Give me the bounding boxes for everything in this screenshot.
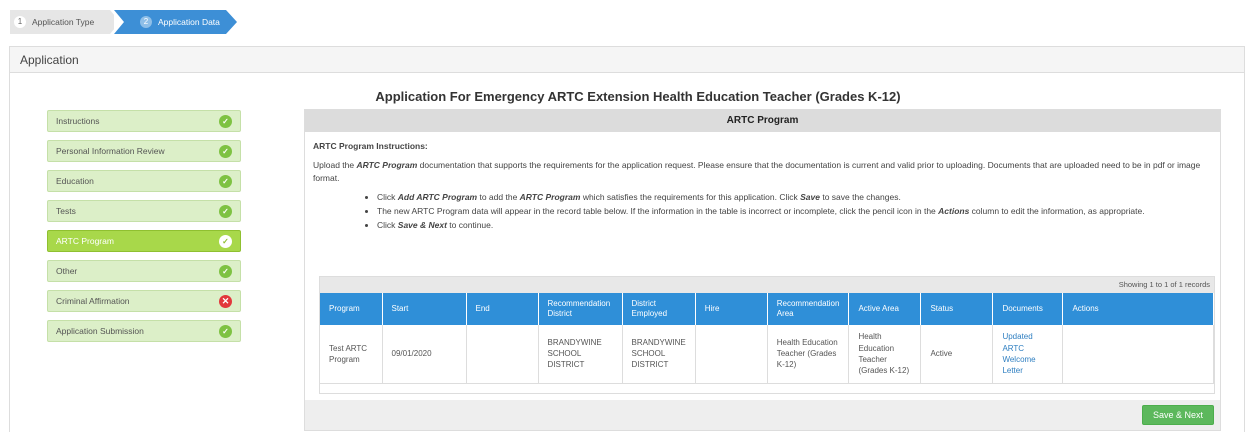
save-next-button[interactable]: Save & Next <box>1142 405 1214 425</box>
table-header-row: Program Start End Recommendation Distric… <box>320 293 1214 325</box>
sidebar-item-label: Instructions <box>56 116 100 126</box>
wizard-steps: 1 Application Type 2 Application Data <box>10 10 250 34</box>
column-header-end[interactable]: End <box>466 293 539 325</box>
instruction-emphasis: Add ARTC Program <box>397 191 478 202</box>
sidebar-item-label: Tests <box>56 206 76 216</box>
cell-actions <box>1062 325 1214 384</box>
error-circle-icon: ✕ <box>219 294 232 308</box>
check-circle-icon: ✓ <box>219 264 232 278</box>
column-header-actions: Actions <box>1062 293 1214 325</box>
sidebar-item-criminal-affirmation[interactable]: Criminal Affirmation ✕ <box>47 290 241 312</box>
instructions-intro: Upload the ARTC Program documentation th… <box>313 159 1212 185</box>
application-frame: Application Application For Emergency AR… <box>9 46 1245 432</box>
cell-district-employed: BRANDYWINE SCHOOL DISTRICT <box>622 325 696 384</box>
panel-title: ARTC Program <box>305 110 1220 132</box>
check-circle-icon: ✓ <box>219 204 232 218</box>
frame-title: Application <box>10 47 1244 73</box>
cell-documents: Updated ARTC Welcome Letter <box>992 325 1064 384</box>
column-header-program[interactable]: Program <box>320 293 383 325</box>
cell-status: Active <box>920 325 994 384</box>
cell-recommendation-area: Health Education Teacher (Grades K-12) <box>767 325 850 384</box>
column-header-status[interactable]: Status <box>920 293 994 325</box>
column-header-recommendation-area[interactable]: Recommendation Area <box>767 293 850 325</box>
column-header-hire[interactable]: Hire <box>695 293 768 325</box>
instruction-text: column to edit the information, as appro… <box>969 205 1145 216</box>
artc-program-table: Program Start End Recommendation Distric… <box>320 293 1214 384</box>
page-title: Application For Emergency ARTC Extension… <box>375 89 901 104</box>
check-circle-icon: ✓ <box>219 174 232 188</box>
table-row: Test ARTC Program 09/01/2020 BRANDYWINE … <box>320 325 1214 384</box>
cell-hire <box>695 325 768 384</box>
wizard-step-application-type[interactable]: 1 Application Type <box>10 10 120 34</box>
artc-program-panel: ARTC Program ARTC Program Instructions: … <box>304 109 1221 431</box>
step-number: 2 <box>140 16 152 28</box>
sidebar-item-personal-information-review[interactable]: Personal Information Review ✓ <box>47 140 241 162</box>
check-circle-icon: ✓ <box>219 324 232 338</box>
sidebar-item-label: ARTC Program <box>56 236 114 246</box>
instruction-text: to save the changes. <box>820 191 901 202</box>
column-header-documents[interactable]: Documents <box>992 293 1064 325</box>
instruction-emphasis: Save <box>800 191 820 202</box>
instructions-list: Click Add ARTC Program to add the ARTC P… <box>313 191 1212 233</box>
cell-active-area: Health Education Teacher (Grades K-12) <box>848 325 922 384</box>
sidebar-item-instructions[interactable]: Instructions ✓ <box>47 110 241 132</box>
instruction-text: Click <box>377 191 398 202</box>
sidebar-item-artc-program[interactable]: ARTC Program ✓ <box>47 230 241 252</box>
column-header-start[interactable]: Start <box>382 293 467 325</box>
instruction-text: The new ARTC Program data will appear in… <box>377 205 939 216</box>
wizard-step-application-data[interactable]: 2 Application Data <box>114 10 237 34</box>
instructions-title: ARTC Program Instructions: <box>313 141 428 151</box>
step-label: Application Data <box>158 17 220 27</box>
instruction-emphasis: Actions <box>938 205 970 216</box>
document-link[interactable]: Updated ARTC Welcome Letter <box>1002 332 1035 375</box>
cell-recommendation-district: BRANDYWINE SCHOOL DISTRICT <box>538 325 623 384</box>
instruction-emphasis: Save & Next <box>397 219 447 230</box>
cell-program: Test ARTC Program <box>320 325 383 384</box>
instruction-text: Click <box>377 219 398 230</box>
instruction-item: The new ARTC Program data will appear in… <box>377 205 1212 218</box>
cell-start: 09/01/2020 <box>382 325 467 384</box>
sidebar-item-label: Application Submission <box>56 326 144 336</box>
check-circle-icon: ✓ <box>219 144 232 158</box>
sidebar-item-tests[interactable]: Tests ✓ <box>47 200 241 222</box>
section-sidebar: Instructions ✓ Personal Information Revi… <box>47 110 241 350</box>
instructions-block: ARTC Program Instructions: Upload the AR… <box>305 132 1220 241</box>
column-header-active-area[interactable]: Active Area <box>848 293 922 325</box>
column-header-district-employed[interactable]: District Employed <box>622 293 696 325</box>
sidebar-item-application-submission[interactable]: Application Submission ✓ <box>47 320 241 342</box>
records-count: Showing 1 to 1 of 1 records <box>320 277 1214 293</box>
instruction-emphasis: ARTC Program <box>519 191 581 202</box>
cell-end <box>466 325 539 384</box>
intro-text: documentation that supports the requirem… <box>313 160 1201 184</box>
panel-footer: Save & Next <box>305 400 1220 430</box>
sidebar-item-label: Criminal Affirmation <box>56 296 130 306</box>
check-circle-icon: ✓ <box>219 114 232 128</box>
instruction-item: Click Save & Next to continue. <box>377 219 1212 232</box>
instruction-text: to add the <box>477 191 520 202</box>
instruction-text: to continue. <box>446 219 494 230</box>
sidebar-item-label: Education <box>56 176 94 186</box>
intro-emphasis: ARTC Program <box>356 160 418 171</box>
instruction-item: Click Add ARTC Program to add the ARTC P… <box>377 191 1212 204</box>
sidebar-item-label: Personal Information Review <box>56 146 165 156</box>
sidebar-item-other[interactable]: Other ✓ <box>47 260 241 282</box>
sidebar-item-label: Other <box>56 266 78 276</box>
step-label: Application Type <box>32 17 95 27</box>
check-circle-icon: ✓ <box>219 234 232 248</box>
instruction-text: which satisfies the requirements for thi… <box>580 191 801 202</box>
column-header-recommendation-district[interactable]: Recommendation District <box>538 293 623 325</box>
step-number: 1 <box>14 16 26 28</box>
records-table-wrapper: Showing 1 to 1 of 1 records Program Star… <box>319 276 1215 394</box>
sidebar-item-education[interactable]: Education ✓ <box>47 170 241 192</box>
intro-text: Upload the <box>313 160 357 171</box>
